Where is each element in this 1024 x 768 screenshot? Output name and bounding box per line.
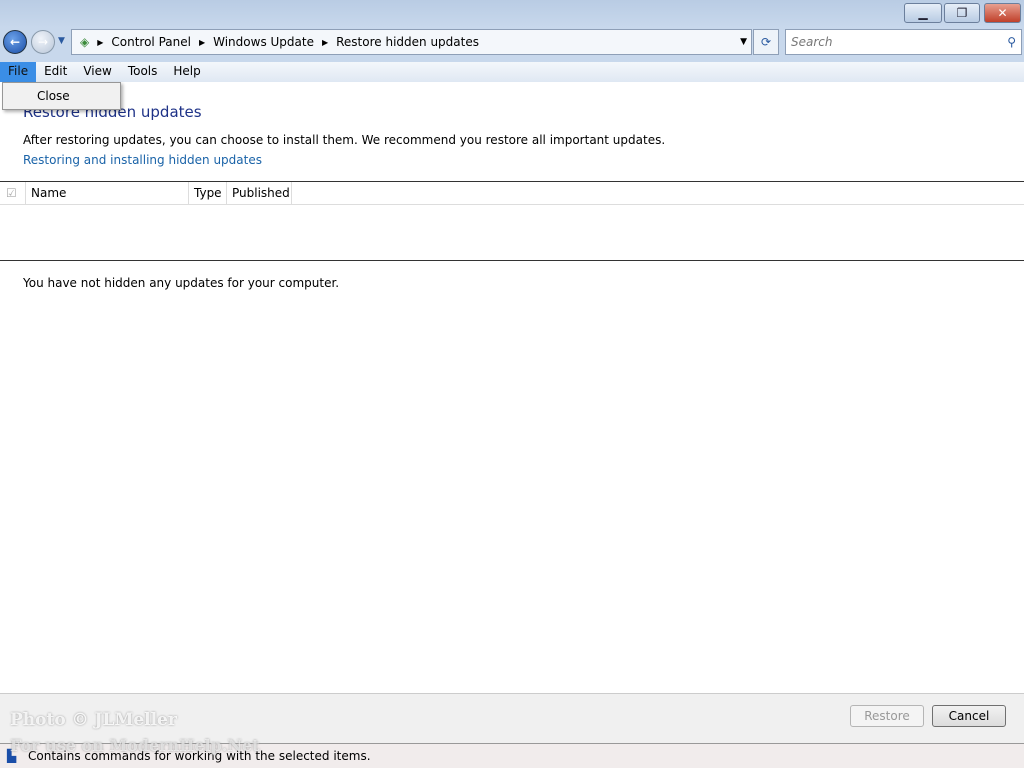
recent-pages-dropdown-icon[interactable]: ▼ [58,36,65,46]
empty-message: You have not hidden any updates for your… [23,276,340,290]
menu-bar: File Edit View Tools Help [0,62,1024,82]
column-published[interactable]: Published [227,182,292,205]
menu-edit[interactable]: Edit [36,62,75,82]
watermark: For use on ModernHelp.Net [10,736,260,755]
close-button[interactable]: ✕ [984,3,1021,23]
refresh-button[interactable]: ⟳ [753,29,779,55]
select-all-checkbox[interactable]: ☑ [0,182,26,205]
file-menu-dropdown: Close [2,82,121,110]
search-icon: ⚲ [1007,35,1016,49]
divider [0,260,1024,261]
breadcrumb-restore-hidden-updates[interactable]: Restore hidden updates [336,35,479,49]
back-button[interactable]: ← [3,30,27,54]
watermark: Photo © JLMeller [10,710,177,730]
search-placeholder: Search [791,35,833,49]
forward-button[interactable]: → [31,30,55,54]
description: After restoring updates, you can choose … [23,133,666,147]
breadcrumb-windows-update[interactable]: Windows Update [213,35,314,49]
menu-file[interactable]: File [0,62,37,82]
search-input[interactable]: Search ⚲ [785,29,1022,55]
chevron-right-icon[interactable]: ▶ [322,38,328,47]
updates-table-header: ☑ Name Type Published [0,181,1024,205]
breadcrumb-control-panel[interactable]: Control Panel [111,35,191,49]
address-dropdown-icon[interactable]: ▼ [740,37,747,47]
menu-view[interactable]: View [75,62,119,82]
chevron-right-icon[interactable]: ▶ [97,38,103,47]
column-type[interactable]: Type [189,182,227,205]
restore-button[interactable]: Restore [850,705,924,727]
minimize-button[interactable]: ▁ [904,3,942,23]
address-bar[interactable]: ◈ ▶ Control Panel ▶ Windows Update ▶ Res… [71,29,752,55]
maximize-button[interactable]: ❐ [944,3,980,23]
menu-help[interactable]: Help [165,62,208,82]
column-name[interactable]: Name [26,182,189,205]
help-link[interactable]: Restoring and installing hidden updates [23,153,262,167]
cancel-button[interactable]: Cancel [932,705,1006,727]
title-bar [0,0,1024,28]
menu-tools[interactable]: Tools [120,62,166,82]
chevron-right-icon[interactable]: ▶ [199,38,205,47]
control-panel-icon: ◈ [80,35,90,49]
menu-item-close[interactable]: Close [37,89,70,103]
